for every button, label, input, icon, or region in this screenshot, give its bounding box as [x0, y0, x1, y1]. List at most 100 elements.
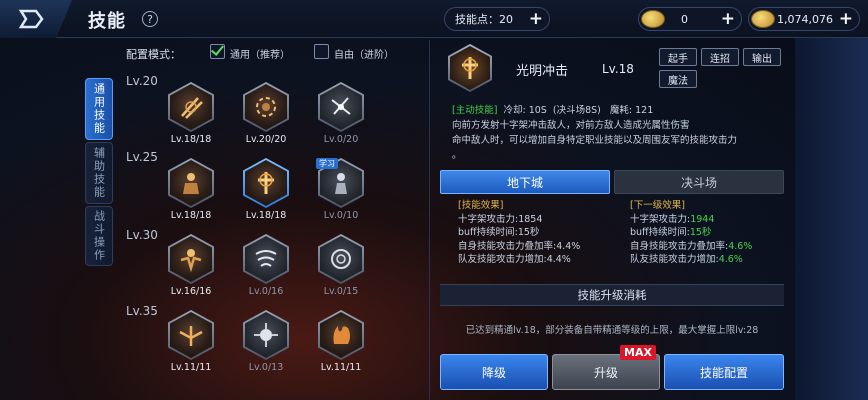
- tab-general-skills[interactable]: 通用技能: [85, 78, 113, 140]
- current-effects: [技能效果] 十字架攻击力:1854 buff持续时间:15秒 自身技能攻击力叠…: [458, 199, 580, 267]
- flame-palm-icon: [333, 326, 350, 344]
- holy-cross-icon: [258, 172, 274, 194]
- level-row-label: Lv.30: [126, 228, 158, 242]
- skill-level-text: Lv.0/16: [248, 286, 284, 297]
- sword-slash-icon: [181, 97, 203, 119]
- skill-slot-selected[interactable]: [243, 158, 289, 208]
- tab-assist-skills[interactable]: 辅助技能: [85, 142, 113, 204]
- next-effects: [下一级效果] 十字架攻击力:1944 buff持续时间:15秒 自身技能攻击力…: [630, 199, 752, 267]
- holy-cross-icon: [462, 57, 478, 79]
- effect-row: 队友技能攻击力增加:4.6%: [630, 254, 743, 265]
- skill-level-text: Lv.18/18: [170, 210, 212, 221]
- mana-cost-text: 魔耗: 121: [609, 105, 654, 116]
- downgrade-button[interactable]: 降级: [440, 354, 548, 390]
- add-currency2-button[interactable]: +: [839, 10, 853, 28]
- gold-coin-icon: [641, 10, 665, 28]
- currency2-pill: 1,074,076 +: [748, 7, 860, 31]
- general-mode-checkbox[interactable]: [210, 44, 225, 59]
- skill-level-text: Lv.20/20: [245, 134, 287, 145]
- armored-warrior-icon: [183, 173, 199, 194]
- lightning-strike-icon: [331, 97, 351, 115]
- winged-burst-icon: [179, 326, 203, 346]
- desc-line: 命中敌人时，可以增加自身特定职业技能以及周围友军的技能攻击力: [452, 135, 738, 146]
- skill-slot[interactable]: [168, 234, 214, 284]
- ring-rune-icon: [331, 249, 351, 269]
- tab-combat-ops[interactable]: 战斗操作: [85, 206, 113, 266]
- tag-combo: 连招: [701, 48, 739, 66]
- skill-slot[interactable]: [168, 82, 214, 132]
- cooldown-text: 冷却: 10S: [503, 105, 547, 116]
- skill-slot[interactable]: [168, 310, 214, 360]
- skill-level-text: Lv.16/16: [170, 286, 212, 297]
- top-bar: 技能 ? 技能点： 20 + 0 + 1,074,076 +: [0, 0, 868, 38]
- effect-row: 自身技能攻击力叠加率:4.6%: [630, 240, 753, 252]
- tag-starter: 起手: [659, 48, 697, 66]
- skill-current-level: Lv.18: [602, 62, 634, 76]
- skill-slot[interactable]: [243, 310, 289, 360]
- effect-row: buff持续时间:15秒: [630, 227, 712, 238]
- skill-slot[interactable]: [318, 310, 364, 360]
- desc-line: 。: [452, 150, 462, 161]
- free-mode-label: 自由（进阶）: [334, 50, 394, 61]
- skill-slot[interactable]: [318, 234, 364, 284]
- skill-level-text: Lv.0/15: [323, 286, 359, 297]
- effect-row: 自身技能攻击力叠加率:4.4%: [458, 240, 581, 252]
- help-icon[interactable]: ?: [142, 11, 158, 27]
- next-effects-head: [下一级效果]: [630, 200, 685, 211]
- upgrade-cost-text: 已达到精通lv.18，部分装备自带精通等级的上限，最大掌握上限lv:28: [465, 325, 759, 336]
- radiant-orb-icon: [254, 323, 278, 347]
- arena-cooldown-text: (决斗场8S): [552, 105, 601, 116]
- level-row-label: Lv.35: [126, 304, 158, 318]
- desc-line: 向前方发射十字架冲击敌人，对前方敌人造成光属性伤害: [452, 120, 690, 131]
- general-mode-label: 通用（推荐）: [230, 50, 290, 61]
- fist-warrior-icon: [180, 249, 202, 273]
- skill-points-value: 20: [499, 12, 513, 26]
- level-row-label: Lv.20: [126, 74, 158, 88]
- skill-level-text: Lv.18/18: [245, 210, 287, 221]
- skill-info-line: [主动技能] 冷却: 10S (决斗场8S) 魔耗: 121: [452, 102, 653, 116]
- skill-points-label: 技能点：: [455, 13, 499, 26]
- tab-dungeon[interactable]: 地下城: [440, 170, 610, 194]
- level-row-label: Lv.25: [126, 150, 158, 164]
- skill-config-button[interactable]: 技能配置: [664, 354, 784, 390]
- back-button[interactable]: [0, 0, 72, 38]
- currency1-pill: 0 +: [638, 7, 742, 31]
- spirit-figure-icon: [335, 173, 347, 194]
- skill-description: 向前方发射十字架冲击敌人，对前方敌人造成光属性伤害 命中敌人时，可以增加自身特定…: [452, 118, 786, 163]
- effect-row: 十字架攻击力:1854: [458, 213, 543, 225]
- skill-slot[interactable]: [243, 234, 289, 284]
- skill-level-text: Lv.0/20: [323, 134, 359, 145]
- decorative-side-strip: [795, 38, 868, 400]
- back-arrow-icon: [18, 9, 44, 29]
- tab-arena[interactable]: 决斗场: [614, 170, 784, 194]
- upgrade-cost-header: 技能升级消耗: [440, 284, 784, 306]
- skill-level-text: Lv.18/18: [170, 134, 212, 145]
- tag-magic: 魔法: [659, 70, 697, 88]
- add-skill-points-button[interactable]: +: [529, 10, 543, 28]
- whirlwind-icon: [255, 250, 277, 267]
- selected-skill-icon: [448, 44, 492, 92]
- effect-row: buff持续时间:15秒: [458, 227, 540, 238]
- skill-name: 光明冲击: [516, 64, 569, 79]
- skill-slot[interactable]: [318, 82, 364, 132]
- effect-row: 队友技能攻击力增加:4.4%: [458, 254, 571, 265]
- skill-level-text: Lv.11/11: [170, 362, 212, 373]
- chain-whirl-icon: [256, 97, 276, 117]
- page-title: 技能: [88, 11, 126, 32]
- gold-stack-icon: [751, 10, 775, 28]
- currency1-value: 0: [681, 12, 688, 26]
- currency2-value: 1,074,076: [777, 12, 833, 26]
- learn-tag: 学习: [316, 158, 338, 169]
- skill-level-text: Lv.11/11: [320, 362, 362, 373]
- skill-level-text: Lv.0/13: [248, 362, 284, 373]
- skill-slot[interactable]: [243, 82, 289, 132]
- effect-row: 十字架攻击力:1944: [630, 213, 715, 225]
- max-badge: MAX: [620, 345, 656, 360]
- add-currency1-button[interactable]: +: [721, 10, 735, 28]
- current-effects-head: [技能效果]: [458, 200, 504, 211]
- tag-damage: 输出: [743, 48, 781, 66]
- skill-slot[interactable]: [168, 158, 214, 208]
- skill-points-pill: 技能点： 20 +: [444, 7, 550, 31]
- config-mode-label: 配置模式：: [126, 48, 181, 61]
- free-mode-checkbox[interactable]: [314, 44, 329, 59]
